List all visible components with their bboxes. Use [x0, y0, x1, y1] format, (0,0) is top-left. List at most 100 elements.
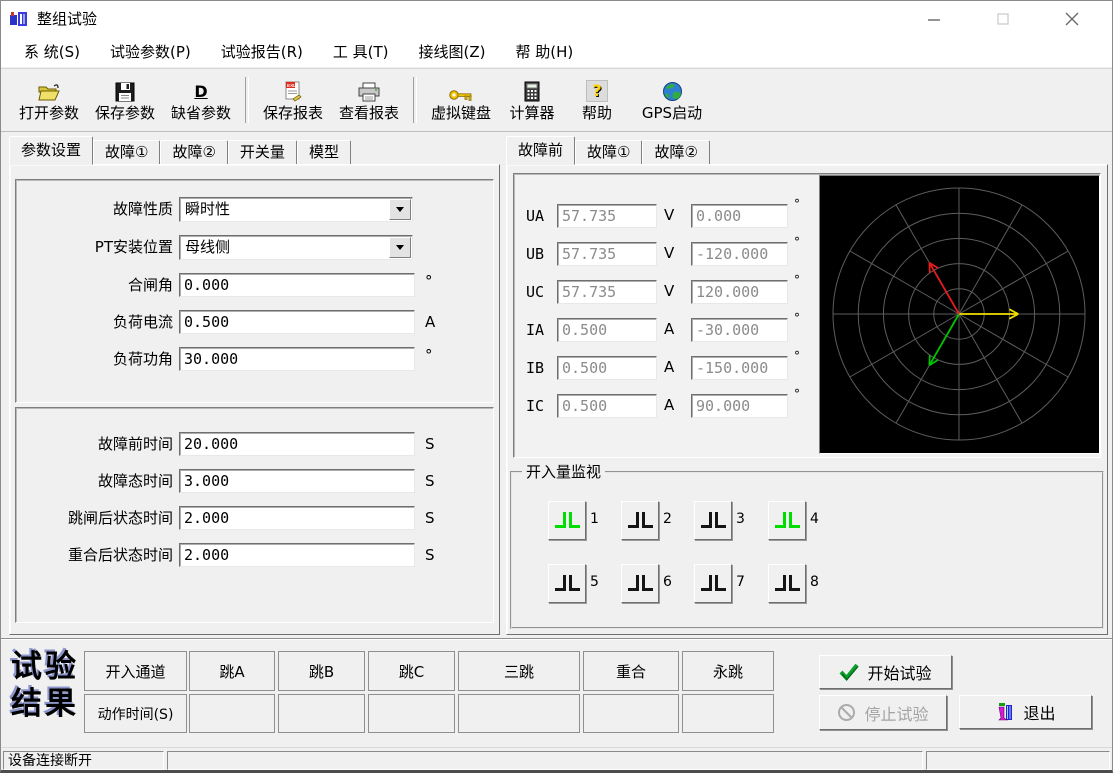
uc-ang-unit: °	[794, 273, 800, 287]
globe-icon	[662, 80, 683, 102]
pt-position-label: PT安装位置	[23, 235, 173, 260]
menu-test-report[interactable]: 试验报告(R)	[206, 38, 318, 66]
prefault-time-input[interactable]	[179, 432, 415, 456]
save-report-button[interactable]: EXL 保存报表	[255, 72, 331, 128]
app-window: 整组试验 系 统(S) 试验参数(P) 试验报告(R) 工 具(T) 接线图(Z…	[0, 0, 1113, 773]
chevron-down-icon	[396, 207, 404, 212]
post-trip-time-input[interactable]	[179, 506, 415, 530]
tab-fault-2[interactable]: 故障②	[160, 140, 227, 165]
menu-system[interactable]: 系 统(S)	[9, 38, 95, 66]
ic-mag-input[interactable]	[557, 394, 657, 418]
virtual-keyboard-button[interactable]: 虚拟键盘	[423, 72, 499, 128]
uc-ang-input[interactable]	[691, 280, 788, 304]
fault-nature-dropdown-button[interactable]	[389, 199, 411, 220]
binary-channel-5[interactable]	[548, 564, 586, 603]
menu-help[interactable]: 帮 助(H)	[501, 38, 589, 66]
result-header-three-trip: 三跳	[458, 651, 580, 691]
binary-channel-4[interactable]	[768, 501, 806, 540]
open-params-button[interactable]: 打开参数	[11, 72, 87, 128]
calculator-icon	[524, 80, 540, 102]
result-header-reclose: 重合	[583, 651, 679, 691]
load-angle-label: 负荷功角	[23, 347, 173, 372]
switch-contact-icon	[775, 513, 800, 528]
gps-start-button[interactable]: GPS启动	[629, 72, 715, 128]
result-value-perm-trip	[682, 694, 774, 733]
ic-ang-input[interactable]	[691, 394, 788, 418]
chevron-down-icon	[396, 245, 404, 250]
tab-model[interactable]: 模型	[297, 140, 351, 165]
calculator-button[interactable]: 计算器	[499, 72, 565, 128]
menu-test-params[interactable]: 试验参数(P)	[95, 38, 206, 66]
load-current-input[interactable]	[179, 310, 415, 334]
tab-fault-1[interactable]: 故障①	[93, 140, 160, 165]
uc-mag-input[interactable]	[557, 280, 657, 304]
title-bar: 整组试验	[1, 1, 1112, 37]
maximize-button[interactable]	[981, 5, 1025, 33]
toolbar-separator	[245, 77, 249, 123]
menu-tools[interactable]: 工 具(T)	[318, 38, 404, 66]
result-row-label: 动作时间(S)	[84, 694, 187, 733]
tab-switches[interactable]: 开关量	[228, 140, 297, 165]
ub-ang-input[interactable]	[691, 242, 788, 266]
load-angle-input[interactable]	[179, 347, 415, 371]
switch-contact-icon	[775, 576, 800, 591]
pt-position-combo[interactable]: 母线侧	[179, 235, 413, 260]
binary-input-monitor-group: 开入量监视	[510, 471, 1104, 629]
post-reclose-time-label: 重合后状态时间	[21, 543, 173, 568]
binary-channel-7[interactable]	[694, 564, 732, 603]
ia-mag-unit: A	[664, 317, 674, 342]
post-reclose-time-input[interactable]	[179, 543, 415, 567]
tab-right-fault-1[interactable]: 故障①	[575, 140, 642, 165]
view-report-button[interactable]: 查看报表	[331, 72, 407, 128]
binary-channel-2-number: 2	[663, 501, 672, 538]
ib-mag-input[interactable]	[557, 356, 657, 380]
stop-test-label: 停止试验	[864, 701, 928, 725]
load-current-unit: A	[425, 310, 435, 335]
fault-nature-combo[interactable]: 瞬时性	[179, 197, 413, 222]
help-button[interactable]: ? 帮助	[565, 72, 629, 128]
stop-icon	[837, 703, 856, 722]
result-header-trip-a: 跳A	[189, 651, 275, 691]
ia-ang-input[interactable]	[691, 318, 788, 342]
ic-mag-unit: A	[664, 393, 674, 418]
binary-channel-3[interactable]	[694, 501, 732, 540]
ib-ang-input[interactable]	[691, 356, 788, 380]
ua-mag-input[interactable]	[557, 204, 657, 228]
tab-right-fault-2[interactable]: 故障②	[642, 140, 709, 165]
tab-prefault[interactable]: 故障前	[506, 136, 575, 165]
minimize-button[interactable]	[912, 5, 956, 33]
start-test-label: 开始试验	[867, 660, 931, 684]
pt-position-dropdown-button[interactable]	[389, 237, 411, 258]
load-angle-unit: °	[425, 343, 433, 368]
switch-contact-icon	[701, 576, 726, 591]
exit-button[interactable]: 退出	[959, 695, 1092, 729]
binary-channel-8[interactable]	[768, 564, 806, 603]
menu-wiring-diagram[interactable]: 接线图(Z)	[404, 38, 501, 66]
status-right	[926, 751, 1110, 770]
save-params-button[interactable]: 保存参数	[87, 72, 163, 128]
binary-channel-2[interactable]	[621, 501, 659, 540]
stop-test-button[interactable]: 停止试验	[819, 695, 947, 730]
post-trip-time-label: 跳闸后状态时间	[21, 506, 173, 531]
ua-ang-input[interactable]	[691, 204, 788, 228]
uc-label: UC	[526, 280, 544, 304]
ub-mag-input[interactable]	[557, 242, 657, 266]
right-tab-strip: 故障前 故障① 故障②	[506, 138, 710, 165]
phasor-plot	[820, 176, 1099, 453]
close-icon	[1064, 11, 1080, 27]
check-icon	[839, 663, 859, 681]
key-icon	[449, 80, 473, 102]
close-button[interactable]	[1050, 5, 1094, 33]
closing-angle-input[interactable]	[179, 273, 415, 297]
report-file-icon: EXL	[283, 80, 303, 102]
status-bar: 设备连接断开	[1, 747, 1112, 773]
start-test-button[interactable]: 开始试验	[819, 655, 952, 689]
ia-mag-input[interactable]	[557, 318, 657, 342]
tab-param-settings[interactable]: 参数设置	[9, 136, 93, 165]
default-params-button[interactable]: D 缺省参数	[163, 72, 239, 128]
binary-channel-4-number: 4	[810, 501, 819, 538]
fault-time-input[interactable]	[179, 469, 415, 493]
status-middle	[167, 751, 923, 770]
binary-channel-1[interactable]	[548, 501, 586, 540]
binary-channel-6[interactable]	[621, 564, 659, 603]
